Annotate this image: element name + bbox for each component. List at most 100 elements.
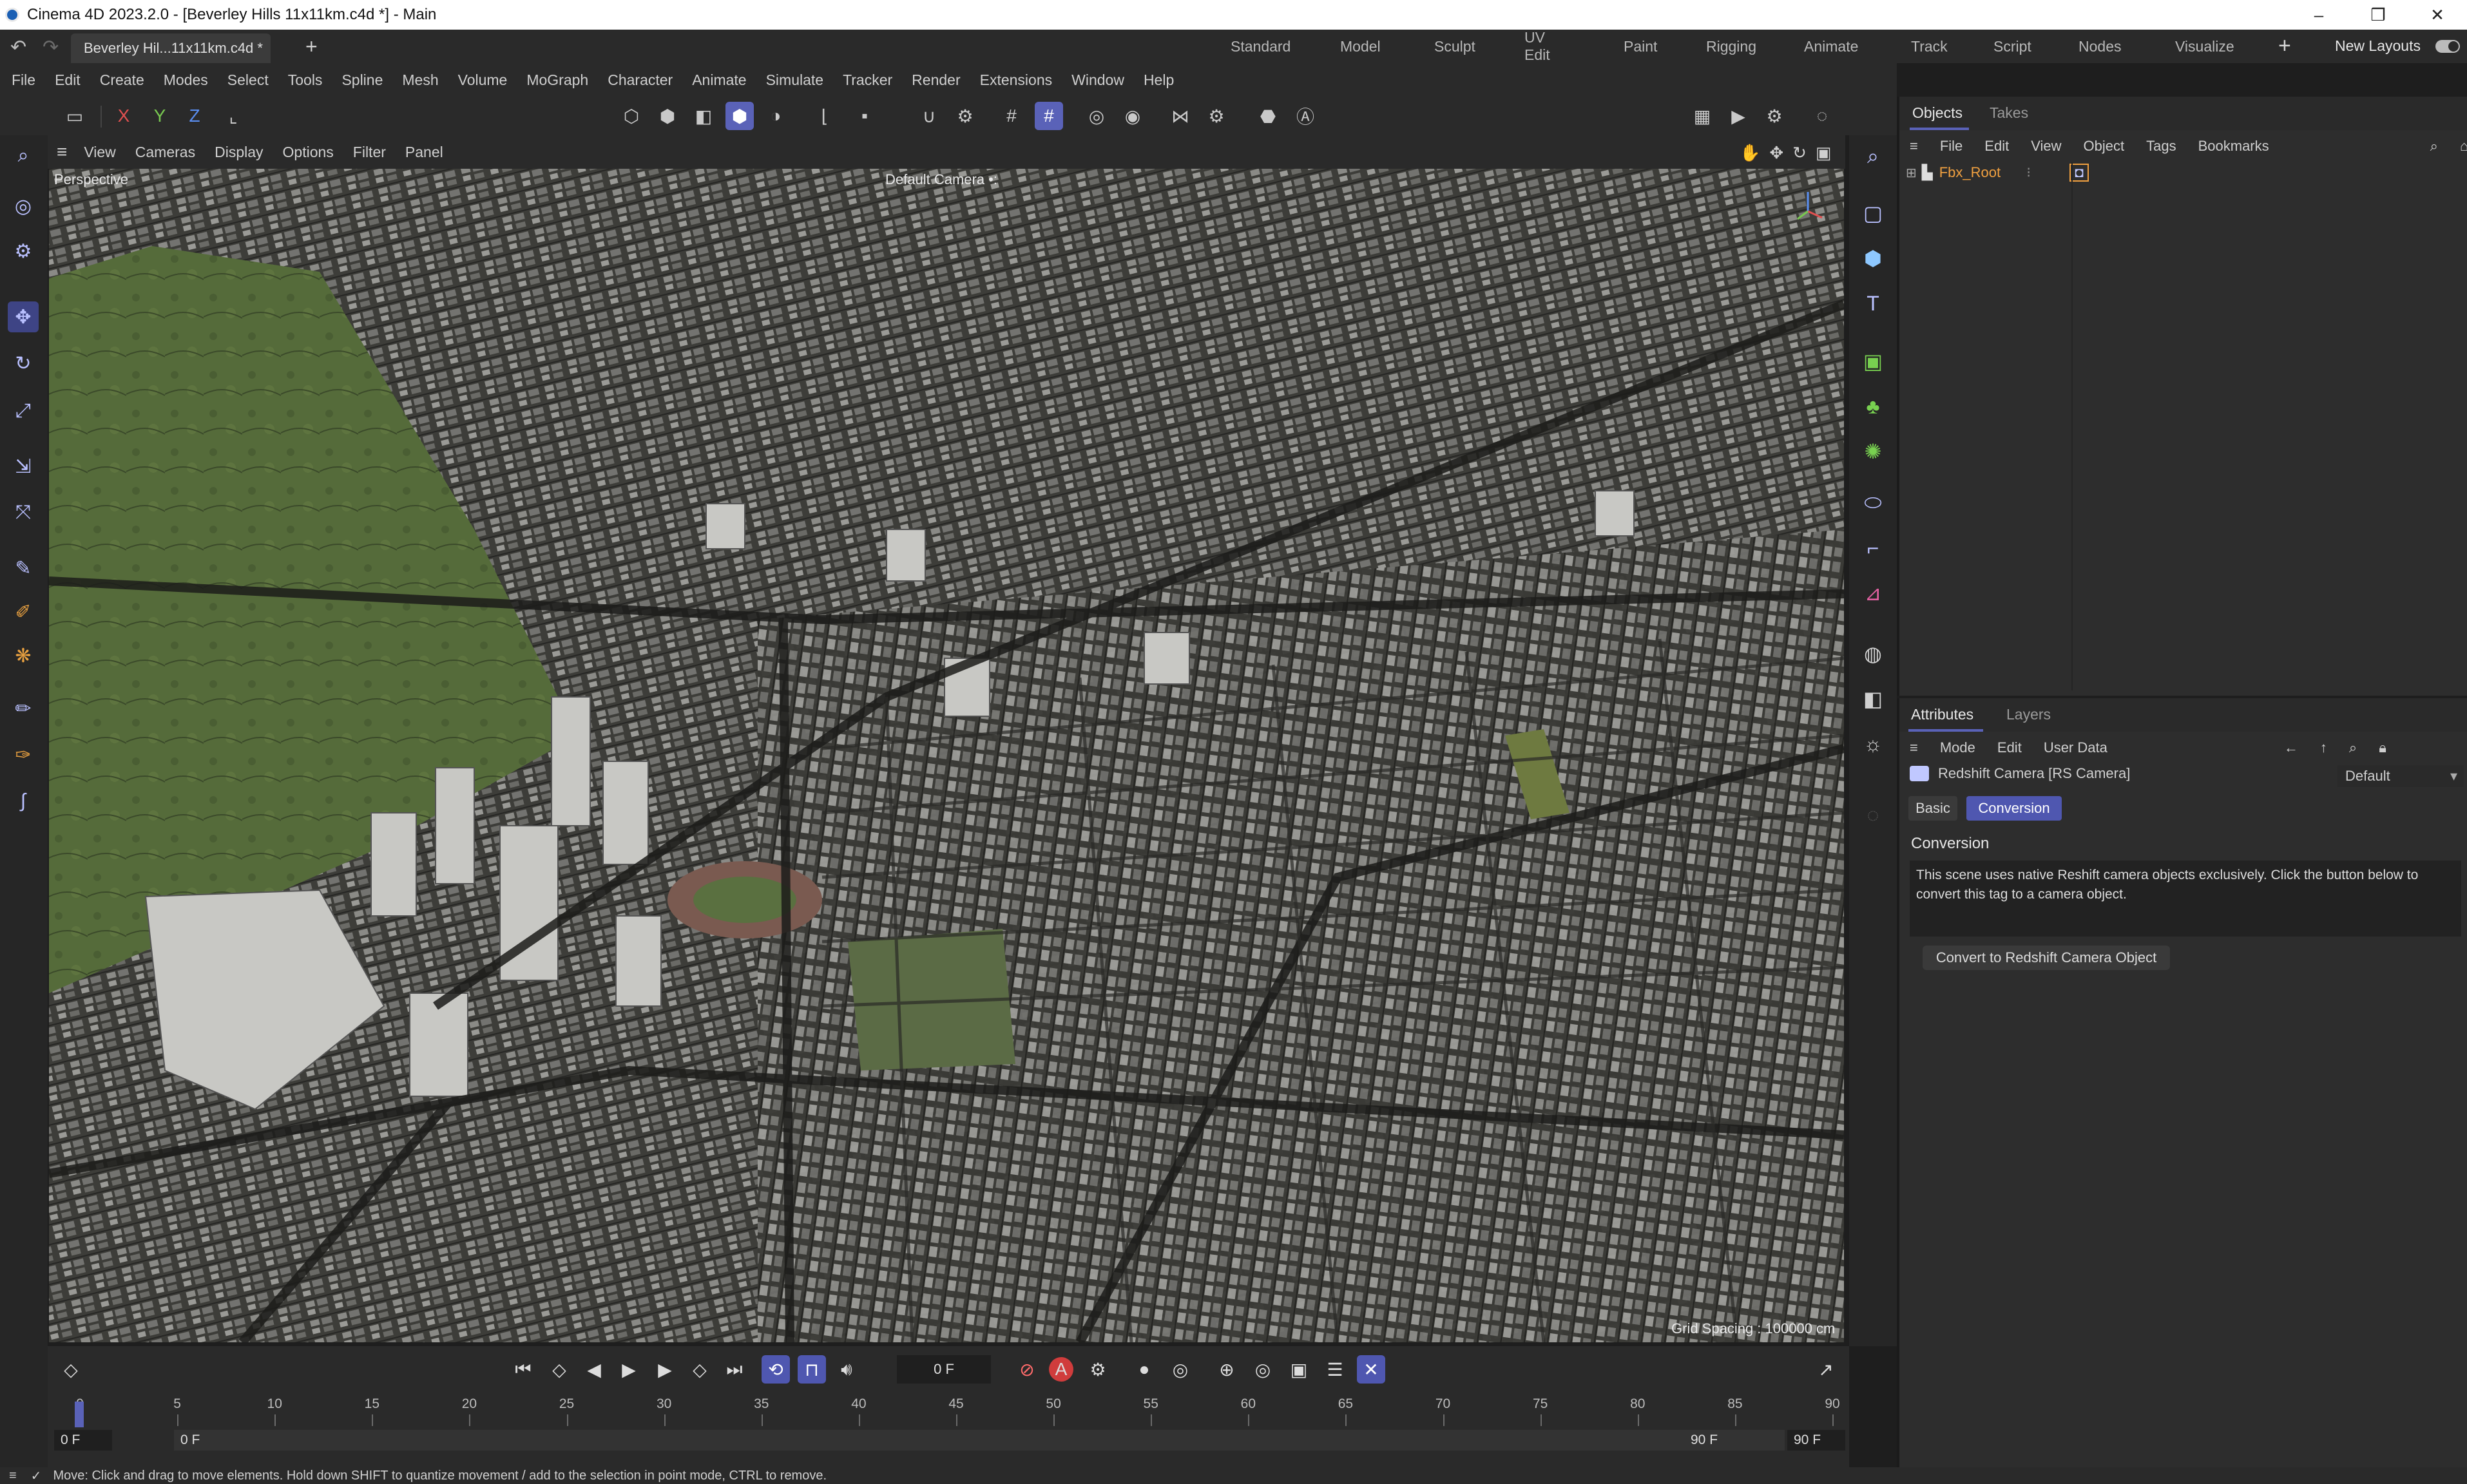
rotate-tool-icon[interactable]: ↻ <box>8 348 39 379</box>
lock-z-axis-button[interactable]: Z <box>180 102 209 130</box>
soft-selection-icon[interactable]: ◎ <box>1082 102 1111 130</box>
spline-object-icon[interactable]: ⌐ <box>1857 532 1889 564</box>
menu-render[interactable]: Render <box>912 71 960 89</box>
selection-filter-icon[interactable]: ◉ <box>1118 102 1147 130</box>
attributes-hamburger-icon[interactable]: ≡ <box>1910 739 1918 756</box>
pan-icon[interactable]: ✋ <box>1740 143 1760 163</box>
expand-icon[interactable]: ⊞ <box>1906 165 1917 181</box>
tab-objects[interactable]: Objects <box>1912 104 1963 122</box>
objects-home-icon[interactable]: ⌂ <box>2460 138 2467 155</box>
play-icon[interactable]: ▶ <box>615 1355 643 1384</box>
layout-track[interactable]: Track <box>1911 38 1948 55</box>
document-tab[interactable]: Beverley Hil...11x11km.c4d * <box>71 33 271 63</box>
visibility-dots-icon[interactable]: ⁝ <box>2026 164 2031 181</box>
add-document-tab-button[interactable]: + <box>305 35 318 59</box>
new-layouts-label[interactable]: New Layouts <box>2335 37 2421 55</box>
close-button[interactable]: ✕ <box>2408 0 2467 30</box>
preview-range-icon[interactable]: ⊓ <box>798 1355 826 1384</box>
knife-tool-icon[interactable]: ✑ <box>8 739 39 770</box>
objects-hamburger-icon[interactable]: ≡ <box>1910 138 1918 155</box>
menu-spline[interactable]: Spline <box>341 71 383 89</box>
menu-volume[interactable]: Volume <box>458 71 508 89</box>
workplane-grid-icon[interactable]: # <box>997 102 1026 130</box>
render-view-icon[interactable]: ▦ <box>1688 102 1716 130</box>
auto-key-icon[interactable]: Ⓐ <box>1291 102 1320 130</box>
objects-menu-edit[interactable]: Edit <box>1984 138 2009 155</box>
points-mode-icon[interactable]: ⬡ <box>617 102 646 130</box>
snap-timeline-icon[interactable]: ✕ <box>1357 1355 1385 1384</box>
key-interpolation-icon[interactable]: ◎ <box>1166 1355 1195 1384</box>
go-to-end-icon[interactable]: ⏭ <box>720 1355 749 1384</box>
dolly-icon[interactable]: ✥ <box>1769 143 1783 163</box>
objects-menu-object[interactable]: Object <box>2084 138 2125 155</box>
sound-icon[interactable]: 🔊︎ <box>832 1355 861 1384</box>
spline-sketch-icon[interactable]: ✐ <box>8 596 39 627</box>
timeline-ruler[interactable]: 051015202530354045505560657075808590 <box>76 1395 1841 1426</box>
parallel-icon[interactable]: ⬣ <box>1254 102 1282 130</box>
timeline-playhead[interactable] <box>75 1402 84 1427</box>
generator-icon[interactable]: ▣ <box>1857 345 1889 377</box>
polygons-mode-icon[interactable]: ◧ <box>689 102 718 130</box>
redshift-ipr-icon[interactable]: ◌ <box>1808 102 1836 130</box>
objects-menu-file[interactable]: File <box>1940 138 1963 155</box>
text-object-icon[interactable]: T <box>1857 287 1889 319</box>
back-arrow-icon[interactable]: ← <box>2284 739 2298 756</box>
volume-icon[interactable]: ⊿ <box>1857 577 1889 609</box>
tab-attributes[interactable]: Attributes <box>1911 706 1973 723</box>
objects-menu-view[interactable]: View <box>2031 138 2061 155</box>
viewport-menu-display[interactable]: Display <box>215 144 263 161</box>
lock-y-axis-button[interactable]: Y <box>146 102 174 130</box>
menu-modes[interactable]: Modes <box>164 71 208 89</box>
range-end-field[interactable]: 90 F <box>1684 1430 1742 1451</box>
key-filter-icon[interactable]: ● <box>1130 1355 1158 1384</box>
menu-select[interactable]: Select <box>227 71 269 89</box>
keyframe-settings-icon[interactable]: ⚙ <box>1084 1355 1112 1384</box>
viewport-camera-label[interactable]: Default Camera •: <box>885 171 997 188</box>
menu-tracker[interactable]: Tracker <box>843 71 892 89</box>
next-frame-icon[interactable]: ▶ <box>651 1355 679 1384</box>
viewport-solo-icon[interactable]: ▭ <box>61 102 89 130</box>
menu-character[interactable]: Character <box>608 71 673 89</box>
previous-frame-icon[interactable]: ◀ <box>580 1355 608 1384</box>
layout-paint[interactable]: Paint <box>1624 38 1657 55</box>
selection-tool-icon[interactable]: ◎ <box>8 191 39 222</box>
layout-script[interactable]: Script <box>1993 38 2031 55</box>
convert-to-redshift-camera-button[interactable]: Convert to Redshift Camera Object <box>1923 946 2170 970</box>
record-active-objects-icon[interactable]: ⊘ <box>1013 1355 1041 1384</box>
menu-animate[interactable]: Animate <box>692 71 746 89</box>
model-mode-icon[interactable]: ⬢ <box>725 102 754 130</box>
coordinate-system-icon[interactable]: ⌞ <box>219 102 247 130</box>
null-object-icon[interactable]: ▢ <box>1857 197 1889 229</box>
layout-uv-edit[interactable]: UV Edit <box>1524 29 1550 64</box>
loop-icon[interactable]: ⟲ <box>762 1355 790 1384</box>
edges-mode-icon[interactable]: ⬢ <box>653 102 682 130</box>
lock-x-axis-button[interactable]: X <box>110 102 138 130</box>
add-layout-button[interactable]: + <box>2278 33 2291 59</box>
restore-button[interactable]: ❒ <box>2348 0 2408 30</box>
layout-animate[interactable]: Animate <box>1804 38 1858 55</box>
f-curve-icon[interactable]: ▣ <box>1285 1355 1313 1384</box>
environment-icon[interactable]: ◍ <box>1857 638 1889 670</box>
lock-icon[interactable]: 🔒︎ <box>2379 739 2386 756</box>
tab-takes[interactable]: Takes <box>1990 104 2028 122</box>
move-tool-icon[interactable]: ✥ <box>8 301 39 332</box>
preview-range-bar[interactable] <box>174 1430 1785 1451</box>
object-row-fbx-root[interactable]: ⊞ ▙ Fbx_Root ⁝ ◘ <box>1906 161 2460 184</box>
field-icon[interactable]: ⬭ <box>1857 487 1889 519</box>
menu-file[interactable]: File <box>12 71 35 89</box>
search-icon[interactable]: ⌕ <box>8 140 39 171</box>
spline-tools-icon[interactable]: ❋ <box>8 640 39 671</box>
spline-pen-icon[interactable]: ✎ <box>8 553 39 584</box>
solo-mode-icon[interactable]: ▪ <box>850 102 879 130</box>
new-layouts-toggle[interactable] <box>2435 40 2460 53</box>
viewport-menu-options[interactable]: Options <box>283 144 334 161</box>
grid-snap-icon[interactable]: # <box>1035 102 1063 130</box>
status-hamburger-icon[interactable]: ≡ <box>9 1469 17 1483</box>
motion-record-icon[interactable]: ⊕ <box>1213 1355 1241 1384</box>
axis-mode-icon[interactable]: ⌊ <box>811 102 839 130</box>
current-frame-field[interactable]: 0 F <box>897 1355 991 1384</box>
menu-edit[interactable]: Edit <box>55 71 81 89</box>
brush-tool-icon[interactable]: ✏ <box>8 693 39 724</box>
snap-settings-icon[interactable]: ⚙ <box>951 102 979 130</box>
viewport-menu-cameras[interactable]: Cameras <box>135 144 195 161</box>
